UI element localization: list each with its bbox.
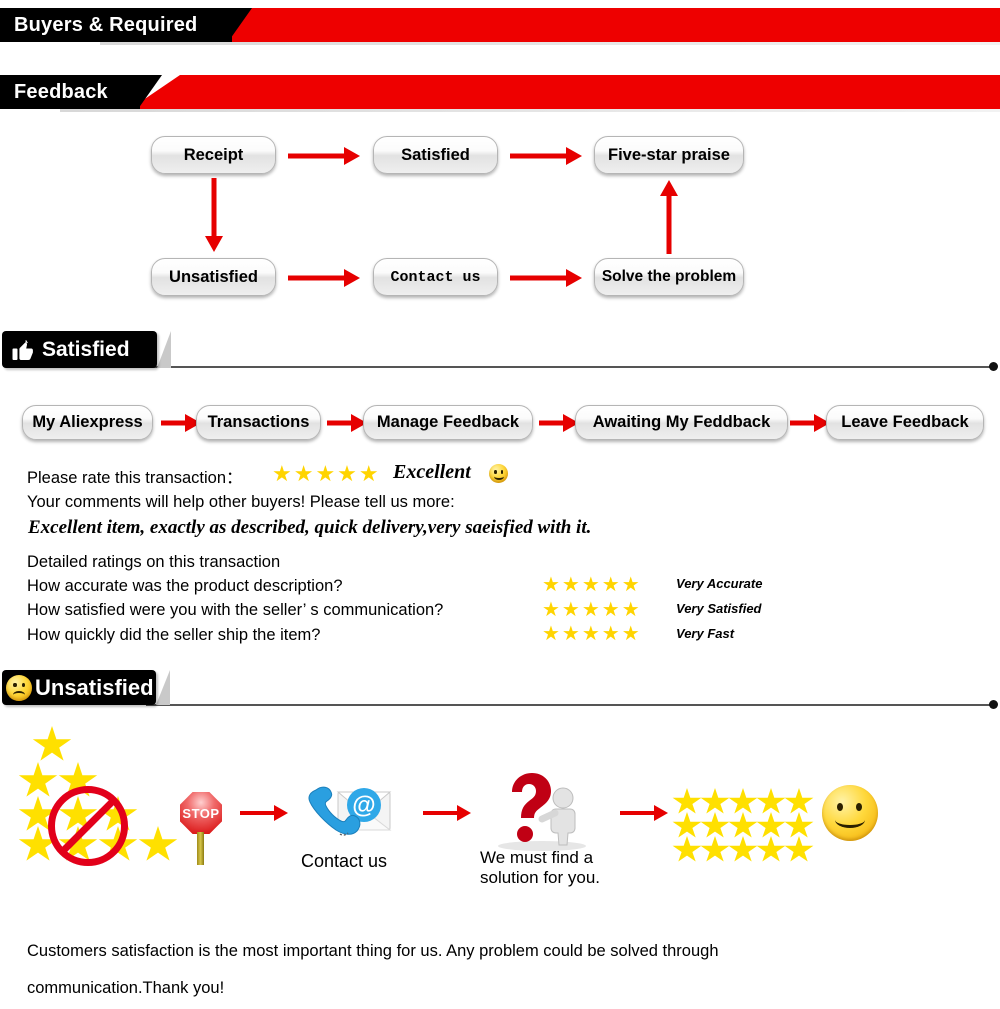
banner-tab-slant — [228, 8, 252, 42]
footer-line-2: communication.Thank you! — [27, 979, 225, 997]
star-grid-icon — [672, 788, 814, 868]
breadcrumb-label: My Aliexpress — [32, 413, 143, 431]
section-plate-unsatisfied: Unsatisfied — [2, 670, 156, 705]
flow-node-label: Unsatisfied — [169, 267, 258, 286]
prohibition-sign-icon — [48, 786, 128, 866]
phone-email-icon: @ — [300, 778, 396, 850]
section-plate-label: Satisfied — [42, 337, 130, 361]
banner-buyers-required: Buyers & Required — [0, 8, 1000, 45]
footer-line-1: Customers satisfaction is the most impor… — [27, 942, 719, 960]
stop-sign-label: STOP — [182, 805, 220, 821]
banner-title: Buyers & Required — [14, 13, 198, 36]
flow-node-label: Contact us — [390, 268, 481, 286]
flow-node-solve-the-problem[interactable]: Solve the problem — [594, 258, 744, 296]
banner-tab-slant — [138, 75, 162, 109]
banner-black-tab: Feedback — [0, 75, 140, 109]
comment-text: Excellent item, exactly as described, qu… — [28, 517, 592, 538]
stop-sign-pole — [197, 832, 204, 865]
comments-prompt: Your comments will help other buyers! Pl… — [27, 493, 455, 511]
flow-node-satisfied[interactable]: Satisfied — [373, 136, 498, 174]
rate-prompt: Please rate this transaction： — [27, 469, 243, 487]
breadcrumb-my-aliexpress[interactable]: My Aliexpress — [22, 405, 153, 440]
rate-stars: ★★★★★ — [272, 461, 381, 486]
breadcrumb-transactions[interactable]: Transactions — [196, 405, 321, 440]
detail-stars-0: ★★★★★ — [542, 574, 642, 596]
section-rule-dot-satisfied — [989, 362, 998, 371]
breadcrumb-leave-feedback[interactable]: Leave Feedback — [826, 405, 984, 440]
flow-node-unsatisfied[interactable]: Unsatisfied — [151, 258, 276, 296]
solution-caption-text: We must find a solution for you. — [480, 848, 601, 887]
section-plate-label: Unsatisfied — [35, 674, 154, 700]
illustration-arrow-2 — [423, 803, 471, 823]
illustration-arrow-1 — [240, 803, 288, 823]
arrow-unsatisfied-to-contact — [288, 268, 360, 288]
rate-word: Excellent — [393, 461, 471, 483]
detail-ratings-heading: Detailed ratings on this transaction — [27, 553, 281, 571]
flow-node-label: Receipt — [183, 145, 244, 164]
arrow-contact-to-solve — [510, 268, 582, 288]
detail-question-0: How accurate was the product description… — [27, 577, 343, 595]
banner-feedback: Feedback — [0, 75, 1000, 112]
flow-node-contact-us[interactable]: Contact us — [373, 258, 498, 296]
section-rule-satisfied — [146, 366, 993, 368]
breadcrumb-label: Transactions — [207, 413, 310, 431]
section-rule-unsatisfied — [146, 704, 993, 706]
banner-title: Feedback — [14, 80, 108, 103]
detail-stars-2: ★★★★★ — [542, 623, 642, 645]
illustration-arrow-3 — [620, 803, 668, 823]
detail-rating-1: Very Satisfied — [676, 601, 762, 616]
flow-node-receipt[interactable]: Receipt — [151, 136, 276, 174]
plate-tail-unsatisfied — [156, 670, 170, 705]
flow-node-label: Satisfied — [401, 145, 470, 164]
detail-rating-0: Very Accurate — [676, 576, 763, 591]
sad-face-icon — [6, 674, 32, 701]
detail-rating-2: Very Fast — [676, 626, 735, 641]
smiley-face-icon — [822, 785, 878, 841]
section-rule-dot-unsatisfied — [989, 700, 998, 709]
detail-question-2: How quickly did the seller ship the item… — [27, 626, 321, 644]
banner-shadow — [60, 109, 1000, 112]
breadcrumb-arrow-3 — [539, 413, 579, 433]
breadcrumb-awaiting-my-feedback[interactable]: Awaiting My Feddback — [575, 405, 788, 440]
contact-us-caption: Contact us — [301, 851, 388, 871]
detail-stars-1: ★★★★★ — [542, 599, 642, 621]
flow-node-label: Solve the problem — [601, 268, 737, 285]
smiley-face-icon — [489, 464, 508, 483]
banner-black-tab: Buyers & Required — [0, 8, 232, 42]
breadcrumb-manage-feedback[interactable]: Manage Feedback — [363, 405, 533, 440]
breadcrumb-arrow-4 — [790, 413, 830, 433]
solution-caption: We must find a solution for you. — [480, 848, 610, 888]
arrow-satisfied-to-praise — [510, 146, 582, 166]
arrow-receipt-to-unsatisfied — [204, 178, 224, 252]
detail-question-1: How satisfied were you with the seller’ … — [27, 601, 444, 619]
breadcrumb-arrow-1 — [161, 413, 201, 433]
svg-text:@: @ — [352, 792, 375, 819]
plate-tail-satisfied — [157, 331, 171, 368]
breadcrumb-label: Awaiting My Feddback — [592, 413, 771, 431]
question-mark-person-icon — [490, 770, 600, 852]
breadcrumb-label: Leave Feedback — [841, 413, 969, 431]
breadcrumb-label: Manage Feedback — [376, 413, 520, 431]
flow-node-label: Five-star praise — [608, 145, 730, 164]
crossed-out-stars-icon — [18, 726, 188, 866]
arrow-receipt-to-satisfied — [288, 146, 360, 166]
flow-node-five-star-praise[interactable]: Five-star praise — [594, 136, 744, 174]
arrow-solve-to-praise — [659, 180, 679, 254]
thumbs-up-icon — [12, 339, 33, 360]
banner-shadow — [100, 42, 1000, 45]
breadcrumb-arrow-2 — [327, 413, 367, 433]
section-plate-satisfied: Satisfied — [2, 331, 157, 368]
